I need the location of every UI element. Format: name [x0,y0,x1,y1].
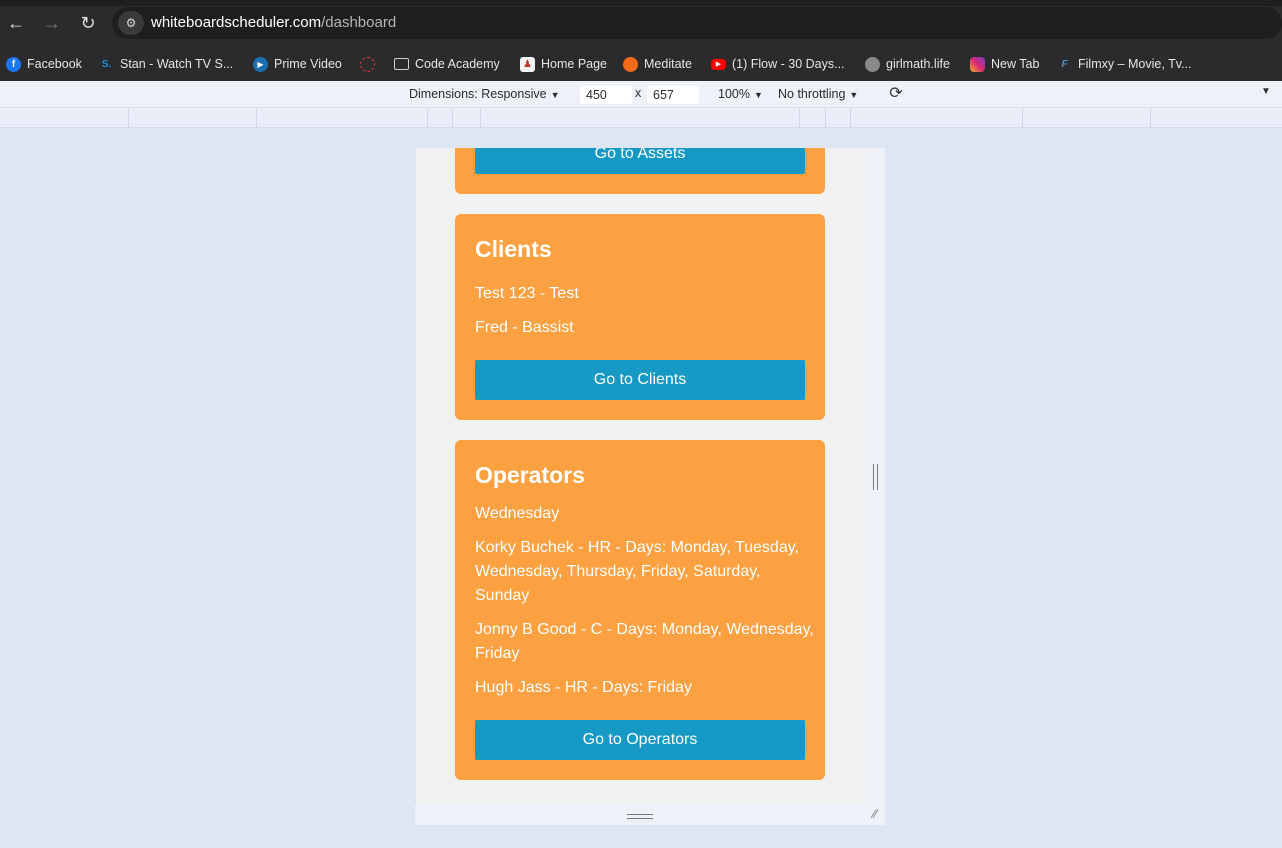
bookmark-filmxy[interactable]: F Filmxy – Movie, Tv... [1057,52,1191,76]
media-query-divider [452,108,453,128]
device-toolbar: Dimensions: Responsive ▼ 450 x 657 100% ▼ … [0,81,1282,108]
filmxy-icon: F [1061,58,1068,70]
bookmark-label: Facebook [27,57,82,71]
bookmark-label: Code Academy [415,57,500,71]
youtube-icon: ▶ [711,58,726,70]
bookmark-stan[interactable]: S. Stan - Watch TV S... [99,52,233,76]
bookmark-girlmath[interactable]: girlmath.life [865,52,950,76]
bookmark-facebook[interactable]: f Facebook [6,52,82,76]
go-to-assets-button[interactable]: Go to Assets [475,148,805,174]
prime-video-icon: ▶ [253,56,268,72]
zoom-dropdown[interactable]: 100% ▼ [718,87,763,101]
bookmark-youtube-flow[interactable]: ▶ (1) Flow - 30 Days... [711,52,845,76]
client-item: Test 123 - Test [475,285,579,302]
bookmark-label: Stan - Watch TV S... [120,57,234,71]
bookmark-label: Home Page [541,57,608,71]
operator-item: Hugh Jass - HR - Days: Friday [475,679,692,696]
instagram-icon [970,56,985,72]
folder-icon [394,58,409,70]
bookmark-label: Meditate [644,57,692,71]
device-toolbar-menu-icon[interactable]: ▼ [1261,86,1271,97]
bookmark-new-tab[interactable]: New Tab [970,52,1039,76]
back-icon[interactable]: ← [5,12,27,34]
stan-icon: S. [101,58,112,70]
resize-corner-icon[interactable]: ⁄⁄ [868,807,882,821]
rotate-icon[interactable]: ⟳ [886,84,906,104]
zoom-label: 100% [718,87,750,101]
dimensions-label: Dimensions: Responsive [409,87,547,101]
forward-icon[interactable]: → [41,12,63,34]
bookmark-label: Prime Video [274,57,342,71]
media-query-divider [480,108,481,128]
times-sign: x [635,86,642,100]
address-bar[interactable]: ⚙ whiteboardscheduler.com/dashboard [112,7,1282,39]
go-to-clients-button[interactable]: Go to Clients [475,360,805,400]
meditate-icon [623,56,638,72]
bookmark-meditate[interactable]: Meditate [623,52,692,76]
facebook-icon: f [6,56,21,72]
url-path: /dashboard [321,14,397,31]
chevron-down-icon: ▼ [849,90,859,100]
home-page-icon: ♟ [520,56,535,72]
media-query-divider [427,108,428,128]
bookmark-loading[interactable] [360,52,375,76]
height-input[interactable]: 657 [647,86,699,104]
tab-strip-edge [0,0,1282,6]
chevron-down-icon: ▼ [753,90,763,100]
globe-icon [865,56,880,72]
bookmark-label: (1) Flow - 30 Days... [732,57,845,71]
assets-card: Go to Assets [455,148,825,194]
operators-title: Operators [475,462,585,488]
go-to-operators-button[interactable]: Go to Operators [475,720,805,760]
media-query-divider [128,108,129,128]
media-query-divider [825,108,826,128]
operator-item: Korky Buchek - HR - Days: Monday, Tuesda… [475,539,799,604]
width-input[interactable]: 450 [580,86,632,104]
bookmark-prime-video[interactable]: ▶ Prime Video [253,52,342,76]
resize-handle-bottom[interactable] [415,805,885,825]
loading-circle-icon [360,56,375,72]
reload-icon[interactable]: ↻ [77,12,99,34]
bookmark-label: Filmxy – Movie, Tv... [1078,57,1192,71]
bookmark-label: New Tab [991,57,1040,71]
clients-title: Clients [475,236,552,262]
chevron-down-icon: ▼ [550,90,560,100]
throttling-dropdown[interactable]: No throttling ▼ [778,87,858,101]
url-host: whiteboardscheduler.com [151,14,322,31]
drag-grip-icon [627,814,653,819]
site-info-icon[interactable]: ⚙ [118,11,144,35]
media-query-divider [1150,108,1151,128]
dimensions-dropdown[interactable]: Dimensions: Responsive ▼ [409,87,559,101]
media-query-divider [1022,108,1023,128]
resize-handle-right[interactable] [865,148,885,805]
media-query-divider [799,108,800,128]
media-query-divider [256,108,257,128]
bookmark-home-page[interactable]: ♟ Home Page [520,52,607,76]
device-viewport: Go to Assets Clients Test 123 - Test Fre… [415,148,865,805]
drag-grip-icon [873,464,878,490]
clients-card: Clients Test 123 - Test Fred - Bassist G… [455,214,825,420]
throttling-label: No throttling [778,87,846,101]
media-query-bar[interactable] [0,108,1282,128]
media-query-divider [850,108,851,128]
bookmark-folder-code-academy[interactable]: Code Academy [394,52,500,76]
operators-day: Wednesday [475,505,560,522]
bookmarks-bar: f Facebook S. Stan - Watch TV S... ▶ Prime … [0,46,1282,81]
browser-toolbar: ← → ↻ ⚙ whiteboardscheduler.com/dashboar… [0,0,1282,46]
bookmark-label: girlmath.life [886,57,950,71]
url-text[interactable]: whiteboardscheduler.com/dashboard [151,14,396,31]
client-item: Fred - Bassist [475,319,574,336]
operators-card: Operators Wednesday Korky Buchek - HR - … [455,440,825,780]
operator-item: Jonny B Good - C - Days: Monday, Wednesd… [475,621,814,662]
